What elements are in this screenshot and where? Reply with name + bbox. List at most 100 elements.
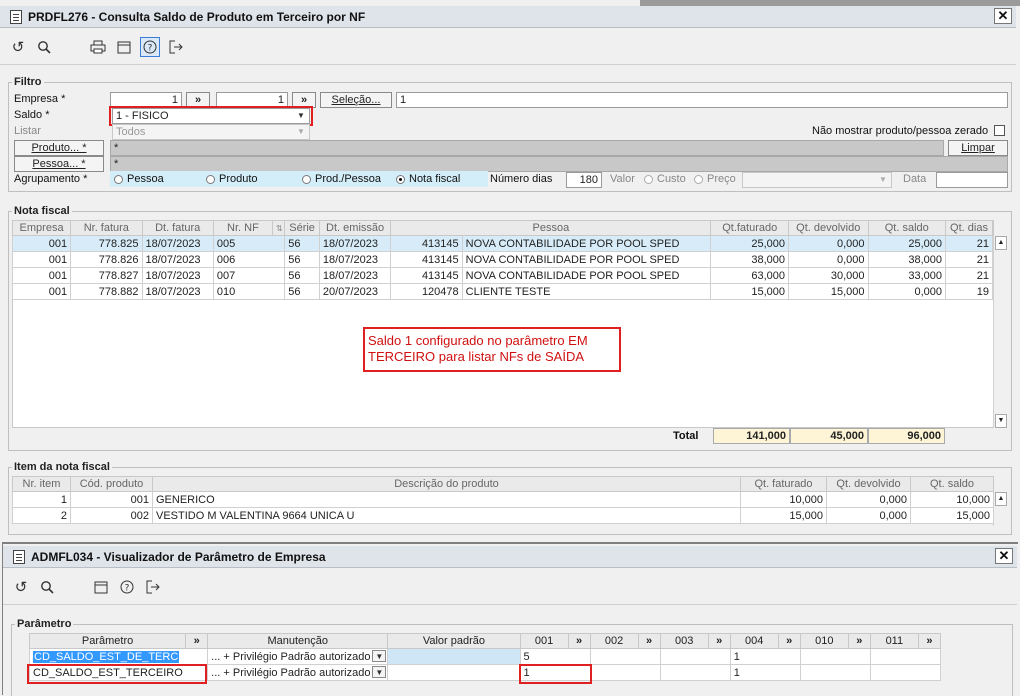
pessoa-button[interactable]: Pessoa... * — [14, 156, 104, 172]
col-qt-dias[interactable]: Qt. dias — [945, 220, 993, 236]
manutencao-select[interactable]: ... + Privilégio Padrão autorizado ▼ — [207, 648, 389, 665]
col-qt-saldo[interactable]: Qt. saldo — [910, 476, 994, 492]
col-pessoa[interactable]: Pessoa — [390, 220, 712, 236]
selecao-button[interactable]: Seleção... — [320, 92, 392, 108]
col-dt-fatura[interactable]: Dt. fatura — [141, 220, 214, 236]
double-chevron-icon: » — [193, 635, 200, 647]
cell-010[interactable] — [799, 664, 871, 681]
col-qt-devolvido[interactable]: Qt. devolvido — [826, 476, 911, 492]
table-row[interactable]: 1 001 GENERICO 10,000 0,000 10,000 — [12, 491, 994, 508]
close-button[interactable]: ✕ — [995, 548, 1013, 564]
cell-001[interactable]: 5 — [519, 648, 591, 665]
table-row[interactable]: 001 778.882 18/07/2023 010 56 20/07/2023… — [11, 283, 993, 300]
col-qt-devolvido[interactable]: Qt. devolvido — [787, 220, 869, 236]
cell: 18/07/2023 — [318, 267, 392, 284]
param-terceiro-highlight — [27, 664, 207, 684]
table-row[interactable]: 001 778.827 18/07/2023 007 56 18/07/2023… — [11, 267, 993, 284]
col-003[interactable]: 003 — [659, 633, 709, 649]
col-descricao[interactable]: Descrição do produto — [152, 476, 741, 492]
nota-fiscal-scrollbar[interactable]: ▲ ▼ — [993, 236, 1008, 428]
col-003-expand-button[interactable]: » — [707, 633, 731, 649]
col-004[interactable]: 004 — [729, 633, 779, 649]
numero-dias-input[interactable]: 180 — [566, 172, 602, 188]
search-icon[interactable] — [37, 577, 57, 597]
search-icon[interactable] — [34, 37, 54, 57]
agrupamento-pessoa-radio[interactable]: Pessoa — [114, 173, 164, 185]
col-sort-icon[interactable]: ⇅ — [272, 220, 286, 236]
cell-002[interactable] — [589, 664, 661, 681]
col-004-expand-button[interactable]: » — [777, 633, 801, 649]
valor-custo-radio[interactable]: Custo — [644, 173, 686, 185]
col-010-expand-button[interactable]: » — [847, 633, 871, 649]
refresh-icon[interactable]: ↺ — [8, 37, 28, 57]
col-011-expand-button[interactable]: » — [917, 633, 942, 649]
table-row[interactable]: 2 002 VESTIDO M VALENTINA 9664 UNICA U 1… — [12, 507, 994, 524]
agrupamento-prodpessoa-radio[interactable]: Prod./Pessoa — [302, 173, 381, 185]
produto-button[interactable]: Produto... * — [14, 140, 104, 156]
col-parametro-expand-button[interactable]: » — [185, 633, 209, 649]
valor-padrao-cell[interactable] — [387, 664, 521, 681]
col-empresa[interactable]: Empresa — [11, 220, 72, 236]
agrupamento-notafiscal-radio[interactable]: Nota fiscal — [396, 173, 460, 185]
col-cod-produto[interactable]: Cód. produto — [70, 476, 153, 492]
valor-padrao-cell[interactable] — [387, 648, 521, 665]
cell-003[interactable] — [659, 664, 731, 681]
pessoa-input[interactable]: * — [110, 156, 1008, 172]
agrupamento-produto-radio[interactable]: Produto — [206, 173, 258, 185]
limpar-button[interactable]: Limpar — [948, 140, 1008, 156]
produto-input[interactable]: * — [110, 140, 944, 156]
col-002[interactable]: 002 — [589, 633, 639, 649]
valor-select[interactable]: ▼ — [742, 172, 892, 188]
exit-icon[interactable] — [143, 577, 163, 597]
print-icon[interactable] — [88, 37, 108, 57]
listar-select[interactable]: Todos ▼ — [112, 124, 310, 140]
help-icon[interactable]: ? — [117, 577, 137, 597]
col-valor-padrao[interactable]: Valor padrão — [387, 633, 521, 649]
scroll-up-icon[interactable]: ▲ — [995, 492, 1007, 506]
col-010[interactable]: 010 — [799, 633, 849, 649]
col-parametro[interactable]: Parâmetro — [28, 633, 187, 649]
nao-mostrar-checkbox[interactable] — [994, 125, 1005, 136]
param-001-highlight — [519, 664, 592, 684]
scroll-down-icon[interactable]: ▼ — [995, 414, 1007, 428]
cell-004[interactable]: 1 — [729, 648, 801, 665]
cell-011[interactable] — [869, 664, 942, 681]
cell: 001 — [11, 267, 72, 284]
scroll-up-icon[interactable]: ▲ — [995, 236, 1007, 250]
col-nr-nf[interactable]: Nr. NF — [212, 220, 274, 236]
agrupamento-label: Agrupamento * — [14, 173, 88, 185]
col-002-expand-button[interactable]: » — [637, 633, 661, 649]
calendar-icon[interactable] — [91, 577, 111, 597]
refresh-icon[interactable]: ↺ — [11, 577, 31, 597]
item-nf-scrollbar[interactable]: ▲ — [993, 492, 1008, 526]
col-dt-emissao[interactable]: Dt. emissão — [318, 220, 392, 236]
col-qt-faturado[interactable]: Qt.faturado — [710, 220, 789, 236]
help-icon[interactable]: ? — [140, 37, 160, 57]
cell-011[interactable] — [869, 648, 942, 665]
selecao-input[interactable]: 1 — [396, 92, 1008, 108]
data-input[interactable] — [936, 172, 1008, 188]
cell-003[interactable] — [659, 648, 731, 665]
close-button[interactable]: ✕ — [994, 8, 1012, 24]
table-row[interactable]: CD_SALDO_EST_DE_TERC ... + Privilégio Pa… — [28, 648, 942, 665]
calendar-icon[interactable] — [114, 37, 134, 57]
manutencao-select[interactable]: ... + Privilégio Padrão autorizado ▼ — [207, 664, 389, 681]
annotation-note: Saldo 1 configurado no parâmetro EM TERC… — [363, 327, 621, 372]
exit-icon[interactable] — [166, 37, 186, 57]
col-qt-saldo[interactable]: Qt. saldo — [867, 220, 947, 236]
cell-010[interactable] — [799, 648, 871, 665]
cell-002[interactable] — [589, 648, 661, 665]
table-row[interactable]: 001 778.825 18/07/2023 005 56 18/07/2023… — [11, 235, 993, 252]
col-nr-item[interactable]: Nr. item — [12, 476, 71, 492]
cell-004[interactable]: 1 — [729, 664, 801, 681]
col-001[interactable]: 001 — [519, 633, 569, 649]
valor-preco-radio[interactable]: Preço — [694, 173, 736, 185]
col-serie[interactable]: Série — [284, 220, 320, 236]
col-manutencao[interactable]: Manutenção — [207, 633, 389, 649]
col-011[interactable]: 011 — [869, 633, 919, 649]
col-nr-fatura[interactable]: Nr. fatura — [70, 220, 143, 236]
col-001-expand-button[interactable]: » — [567, 633, 591, 649]
table-row[interactable]: 001 778.826 18/07/2023 006 56 18/07/2023… — [11, 251, 993, 268]
toolbar: ↺ ? — [8, 36, 186, 58]
col-qt-faturado[interactable]: Qt. faturado — [740, 476, 827, 492]
